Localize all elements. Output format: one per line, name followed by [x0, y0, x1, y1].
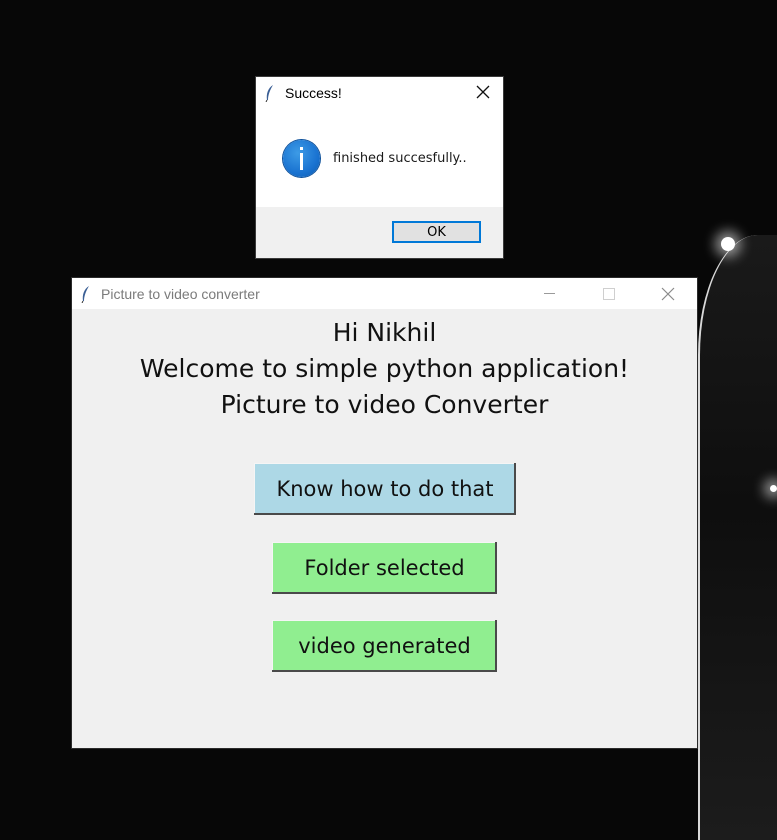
feather-icon	[265, 84, 275, 102]
dialog-close-button[interactable]	[475, 84, 491, 100]
know-how-button[interactable]: Know how to do that	[254, 463, 516, 515]
wallpaper-light	[770, 485, 777, 492]
feather-icon	[81, 285, 91, 303]
success-dialog: Success! finished succesfully.. OK	[256, 77, 503, 258]
folder-selected-button[interactable]: Folder selected	[272, 542, 497, 594]
dialog-message: finished succesfully..	[333, 151, 467, 166]
close-button[interactable]	[638, 278, 697, 309]
app-name-label: Picture to video Converter	[220, 390, 549, 419]
dialog-body: finished succesfully..	[256, 108, 503, 207]
info-icon	[283, 140, 320, 177]
dialog-titlebar[interactable]: Success!	[256, 77, 503, 108]
maximize-button[interactable]	[579, 278, 638, 309]
video-generated-button[interactable]: video generated	[272, 620, 497, 672]
dialog-footer: OK	[256, 207, 503, 258]
main-content: Hi Nikhil Welcome to simple python appli…	[72, 309, 697, 748]
main-app-window: Picture to video converter Hi Nikhil Wel…	[72, 278, 697, 748]
greeting-label: Hi Nikhil	[332, 318, 437, 347]
minimize-icon	[544, 293, 555, 294]
minimize-button[interactable]	[520, 278, 579, 309]
close-icon	[661, 287, 674, 300]
ok-button[interactable]: OK	[392, 221, 481, 243]
wallpaper-figure	[698, 235, 777, 840]
close-icon	[476, 85, 490, 99]
main-titlebar[interactable]: Picture to video converter	[72, 278, 697, 309]
dialog-title: Success!	[285, 84, 342, 101]
window-title: Picture to video converter	[101, 285, 260, 302]
welcome-label: Welcome to simple python application!	[139, 354, 630, 383]
wallpaper-light	[721, 237, 735, 251]
maximize-icon	[602, 287, 615, 300]
